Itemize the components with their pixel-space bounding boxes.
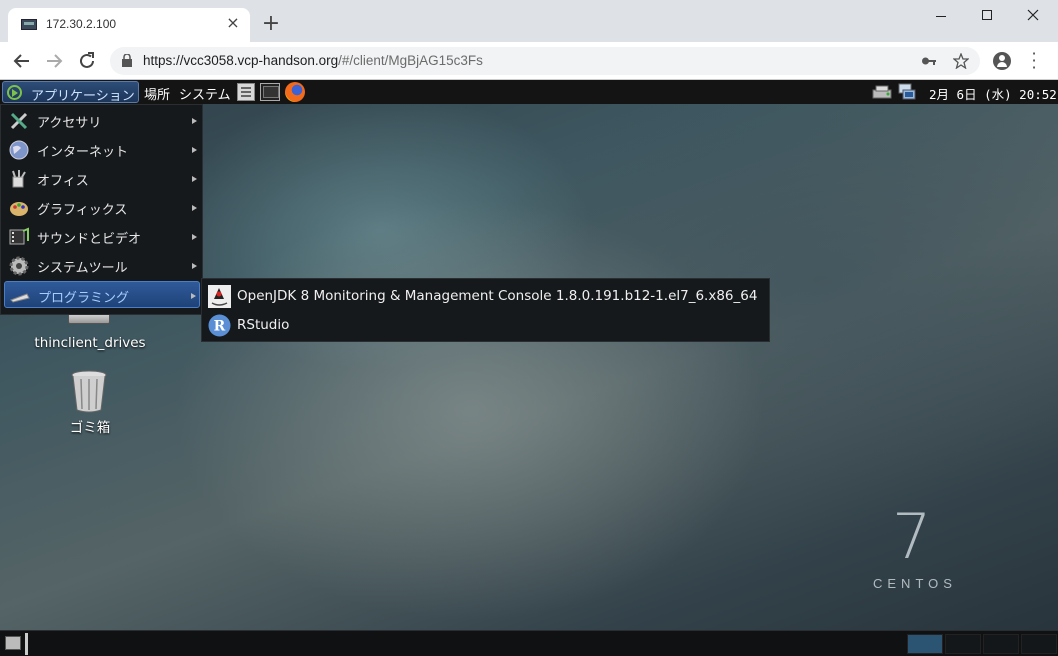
office-icon bbox=[12, 170, 26, 188]
applications-label: アプリケーション bbox=[31, 89, 135, 104]
browser-menu-icon[interactable]: · · · bbox=[1028, 46, 1040, 76]
java-duke-icon bbox=[208, 285, 231, 308]
submenu-arrow-icon bbox=[192, 147, 197, 153]
remote-desktop-favicon-icon bbox=[21, 19, 37, 30]
submenu-arrow-icon bbox=[192, 263, 197, 269]
menu-item-system-tools[interactable]: システムツール bbox=[4, 252, 200, 279]
menu-item-label: オフィス bbox=[37, 174, 89, 189]
bookmark-star-icon[interactable] bbox=[953, 53, 969, 69]
url-host: https://vcc3058.vcp-handson.org bbox=[143, 53, 339, 68]
drives-label[interactable]: thinclient_drives bbox=[20, 335, 160, 351]
tab-title: 172.30.2.100 bbox=[46, 17, 117, 31]
menu-item-label: システムツール bbox=[37, 261, 128, 276]
submenu-item-label: RStudio bbox=[237, 317, 290, 333]
graphics-icon bbox=[10, 202, 28, 216]
new-tab-button[interactable]: + bbox=[260, 13, 282, 36]
file-manager-launcher-icon[interactable] bbox=[237, 83, 255, 101]
submenu-item-label: OpenJDK 8 Monitoring & Management Consol… bbox=[237, 288, 758, 304]
close-icon bbox=[1027, 9, 1039, 21]
centos-wordmark: CENTOS bbox=[873, 576, 957, 591]
terminal-launcher-icon[interactable] bbox=[260, 83, 280, 101]
submenu-arrow-icon bbox=[191, 293, 196, 299]
key-icon[interactable] bbox=[921, 54, 937, 68]
system-tools-icon bbox=[9, 256, 29, 276]
menu-item-label: グラフィックス bbox=[37, 203, 128, 218]
rstudio-icon: R bbox=[208, 314, 231, 337]
places-menu[interactable]: 場所 bbox=[144, 84, 170, 103]
back-arrow-icon[interactable] bbox=[10, 49, 34, 73]
remote-desktop[interactable]: アプリケーション 場所 システム 2月 6日 (水) 20:52 thincli… bbox=[0, 80, 1058, 656]
show-desktop-icon[interactable] bbox=[5, 636, 21, 650]
centos-version-number: 7 bbox=[892, 500, 932, 573]
menu-item-sound-video[interactable]: サウンドとビデオ bbox=[4, 223, 200, 250]
menu-item-internet[interactable]: インターネット bbox=[4, 136, 200, 163]
browser-tab[interactable]: 172.30.2.100 × bbox=[8, 8, 250, 42]
system-menu[interactable]: システム bbox=[179, 84, 231, 103]
clock[interactable]: 2月 6日 (水) 20:52 bbox=[929, 84, 1057, 103]
menu-item-label: サウンドとビデオ bbox=[37, 232, 142, 247]
reload-icon[interactable] bbox=[75, 49, 99, 73]
menu-item-graphics[interactable]: グラフィックス bbox=[4, 194, 200, 221]
menu-item-label: アクセサリ bbox=[37, 116, 102, 131]
internet-icon bbox=[9, 140, 29, 160]
menu-item-accessories[interactable]: アクセサリ bbox=[4, 107, 200, 134]
menu-item-label: プログラミング bbox=[38, 291, 130, 306]
submenu-item-rstudio[interactable]: R RStudio bbox=[205, 311, 767, 339]
submenu-arrow-icon bbox=[192, 234, 197, 240]
tab-close-button[interactable]: × bbox=[224, 14, 242, 32]
firefox-launcher-icon[interactable] bbox=[285, 82, 305, 102]
minimize-button[interactable] bbox=[918, 6, 964, 28]
network-icon[interactable] bbox=[872, 84, 892, 100]
trash-icon[interactable] bbox=[70, 369, 108, 413]
minimize-icon bbox=[936, 16, 946, 17]
workspace-2[interactable] bbox=[945, 634, 981, 654]
maximize-icon bbox=[982, 10, 992, 20]
workspace-1[interactable] bbox=[907, 634, 943, 654]
forward-arrow-icon[interactable] bbox=[42, 49, 66, 73]
centos-logo-icon bbox=[7, 85, 22, 100]
menu-item-label: インターネット bbox=[37, 145, 129, 160]
applications-dropdown: アクセサリ インターネット オフィス グラフィックス サウンドとビデオ システム… bbox=[0, 104, 203, 315]
address-bar[interactable]: https://vcc3058.vcp-handson.org/#/client… bbox=[110, 47, 980, 75]
workspace-3[interactable] bbox=[983, 634, 1019, 654]
submenu-item-jconsole[interactable]: OpenJDK 8 Monitoring & Management Consol… bbox=[205, 282, 767, 310]
menu-item-office[interactable]: オフィス bbox=[4, 165, 200, 192]
maximize-button[interactable] bbox=[964, 6, 1010, 28]
svg-text:R: R bbox=[214, 319, 226, 335]
trash-label[interactable]: ゴミ箱 bbox=[50, 416, 130, 436]
sound-video-icon bbox=[9, 227, 29, 245]
lock-icon bbox=[122, 54, 132, 67]
url-path: /#/client/MgBjAG15c3Fs bbox=[338, 53, 483, 68]
workspace-4[interactable] bbox=[1021, 634, 1057, 654]
browser-toolbar: https://vcc3058.vcp-handson.org/#/client… bbox=[0, 42, 1058, 80]
submenu-arrow-icon bbox=[192, 176, 197, 182]
top-panel: アプリケーション 場所 システム 2月 6日 (水) 20:52 bbox=[0, 80, 1058, 104]
programming-icon bbox=[10, 293, 30, 303]
network-status-icon[interactable] bbox=[897, 83, 917, 101]
programming-submenu: OpenJDK 8 Monitoring & Management Consol… bbox=[201, 278, 770, 342]
window-close-button[interactable] bbox=[1010, 6, 1056, 28]
bottom-panel bbox=[0, 630, 1058, 656]
accessories-icon bbox=[10, 112, 28, 130]
tab-strip: 172.30.2.100 × + bbox=[0, 0, 1058, 42]
account-icon[interactable] bbox=[993, 52, 1011, 70]
submenu-arrow-icon bbox=[192, 118, 197, 124]
taskbar-handle[interactable] bbox=[25, 633, 28, 655]
url-text: https://vcc3058.vcp-handson.org/#/client… bbox=[143, 53, 483, 68]
submenu-arrow-icon bbox=[192, 205, 197, 211]
applications-menu-button[interactable]: アプリケーション bbox=[2, 81, 139, 104]
menu-item-programming[interactable]: プログラミング bbox=[4, 281, 200, 308]
